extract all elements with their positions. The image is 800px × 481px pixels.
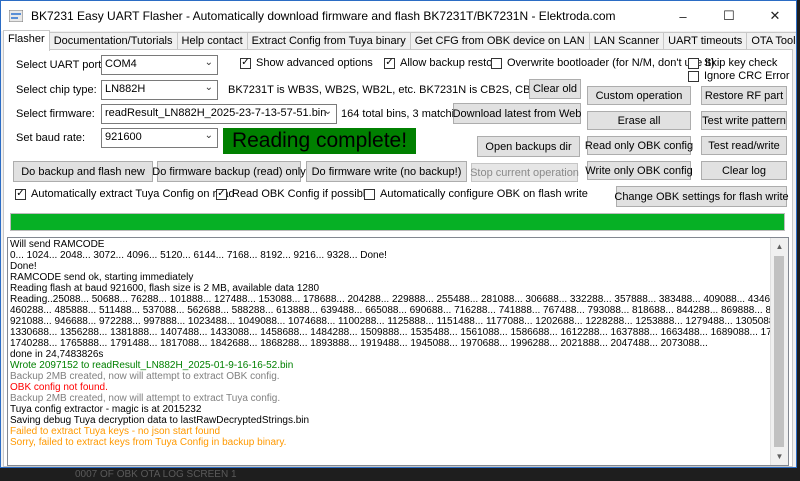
log-line: 921088... 946688... 972288... 997888... … [10, 316, 770, 327]
maximize-button[interactable]: ☐ [706, 1, 752, 31]
download-latest-button[interactable]: Download latest from Web [453, 103, 581, 124]
overwrite-bootloader-checkbox[interactable]: Overwrite bootloader (for N/M, don't use… [491, 57, 715, 69]
scroll-thumb[interactable] [774, 256, 784, 447]
progress-fill [11, 214, 784, 230]
chevron-down-icon: ⌄ [204, 130, 213, 141]
open-backups-button[interactable]: Open backups dir [477, 136, 580, 157]
custom-operation-button[interactable]: Custom operation [587, 86, 691, 105]
firmware-select[interactable]: readResult_LN882H_2025-23-7-13-57-51.bin… [101, 104, 337, 124]
baud-rate-value: 921600 [105, 131, 142, 143]
close-button[interactable]: ✕ [752, 1, 796, 31]
chip-type-value: LN882H [105, 83, 146, 95]
uart-port-value: COM4 [105, 58, 137, 70]
baud-rate-label: Set baud rate: [16, 132, 86, 144]
skip-key-check-checkbox[interactable]: Skip key check [688, 57, 777, 69]
uart-port-select[interactable]: COM4 ⌄ [101, 55, 218, 75]
overwrite-bootloader-label: Overwrite bootloader (for N/M, don't use… [507, 57, 715, 69]
auto-configure-obk-label: Automatically configure OBK on flash wri… [380, 188, 588, 200]
chip-info-text: BK7231T is WB3S, WB2S, WB2L, etc. BK7231… [228, 84, 565, 96]
allow-backup-restore-checkbox[interactable]: ✓ Allow backup restore [384, 57, 502, 69]
log-line: Backup 2MB created, now will attempt to … [10, 393, 281, 404]
checkbox-checked-icon: ✓ [384, 57, 395, 69]
show-advanced-checkbox[interactable]: ✓ Show advanced options [240, 57, 373, 69]
stop-operation-button[interactable]: Stop current operation [470, 163, 579, 182]
log-lines: Will send RAMCODE 0... 1024... 2048... 30… [10, 239, 770, 448]
tab-strip: Flasher Documentation/Tutorials Help con… [3, 30, 796, 51]
checkbox-unchecked-icon [688, 70, 699, 82]
log-line: 1740288... 1765888... 1791488... 1817088… [10, 338, 708, 349]
auto-configure-obk-checkbox[interactable]: Automatically configure OBK on flash wri… [364, 188, 588, 200]
write-only-obk-button[interactable]: Write only OBK config [585, 161, 693, 180]
log-line: Sorry, failed to extract keys from Tuya … [10, 437, 287, 448]
log-line: Reading..25088... 50688... 76288... 1018… [10, 294, 770, 305]
chip-type-label: Select chip type: [16, 84, 97, 96]
checkbox-checked-icon: ✓ [216, 188, 227, 200]
log-line: 0... 1024... 2048... 3072... 4096... 512… [10, 250, 387, 261]
read-only-obk-button[interactable]: Read only OBK config [585, 136, 693, 155]
scroll-up-icon[interactable]: ▲ [771, 238, 788, 255]
backup-and-flash-button[interactable]: Do backup and flash new [13, 161, 153, 182]
tab-flasher[interactable]: Flasher [3, 30, 50, 51]
app-icon [9, 10, 23, 22]
uart-port-label: Select UART port: [16, 59, 105, 71]
chevron-down-icon: ⌄ [204, 82, 213, 93]
auto-extract-tuya-label: Automatically extract Tuya Config on rea… [31, 188, 235, 200]
status-banner: Reading complete! [223, 128, 416, 154]
log-line: RAMCODE send ok, starting immediately [10, 272, 194, 283]
app-window: BK7231 Easy UART Flasher - Automatically… [0, 0, 797, 468]
clear-log-button[interactable]: Clear log [701, 161, 787, 180]
change-obk-settings-button[interactable]: Change OBK settings for flash write [614, 186, 789, 207]
auto-extract-tuya-checkbox[interactable]: ✓ Automatically extract Tuya Config on r… [15, 188, 235, 200]
ignore-crc-checkbox[interactable]: Ignore CRC Error [688, 70, 790, 82]
progress-bar [10, 213, 785, 231]
log-line: 460288... 485888... 511488... 537088... … [10, 305, 770, 316]
checkbox-unchecked-icon [364, 188, 375, 200]
test-read-write-button[interactable]: Test read/write [701, 136, 787, 155]
checkbox-checked-icon: ✓ [15, 188, 26, 200]
scroll-down-icon[interactable]: ▼ [771, 448, 788, 465]
firmware-backup-button[interactable]: Do firmware backup (read) only [152, 161, 306, 182]
chevron-down-icon: ⌄ [323, 106, 332, 117]
clear-old-button[interactable]: Clear old [529, 79, 581, 99]
read-obk-config-checkbox[interactable]: ✓ Read OBK Config if possible [216, 188, 371, 200]
underlay-text: 0007 OF OBK OTA LOG SCREEN 1 [75, 469, 237, 480]
log-scrollbar[interactable]: ▲ ▼ [770, 238, 788, 465]
log-line: Reading flash at baud 921600, flash size… [10, 283, 320, 294]
window-title: BK7231 Easy UART Flasher - Automatically… [31, 9, 616, 23]
log-line: Will send RAMCODE [10, 239, 105, 250]
log-line: done in 24,7483826s [10, 349, 104, 360]
firmware-count-text: 164 total bins, 3 matching. [341, 108, 470, 120]
restore-rf-button[interactable]: Restore RF part [701, 86, 787, 105]
read-obk-config-label: Read OBK Config if possible [232, 188, 372, 200]
skip-key-check-label: Skip key check [704, 57, 778, 69]
firmware-write-button[interactable]: Do firmware write (no backup!) [306, 161, 467, 182]
firmware-label: Select firmware: [16, 108, 95, 120]
log-line: Wrote 2097152 to readResult_LN882H_2025-… [10, 360, 294, 371]
log-line: Backup 2MB created, now will attempt to … [10, 371, 280, 382]
test-write-pattern-button[interactable]: Test write pattern [701, 111, 787, 130]
log-line: 1330688... 1356288... 1381888... 1407488… [10, 327, 770, 338]
ignore-crc-label: Ignore CRC Error [704, 70, 790, 82]
allow-backup-restore-label: Allow backup restore [400, 57, 503, 69]
show-advanced-label: Show advanced options [256, 57, 373, 69]
minimize-button[interactable]: – [660, 1, 706, 31]
chevron-down-icon: ⌄ [204, 57, 213, 68]
baud-rate-select[interactable]: 921600 ⌄ [101, 128, 218, 148]
log-line: Done! [10, 261, 37, 272]
chip-type-select[interactable]: LN882H ⌄ [101, 80, 218, 100]
title-bar: BK7231 Easy UART Flasher - Automatically… [1, 1, 796, 31]
checkbox-checked-icon: ✓ [240, 57, 251, 69]
log-line: Tuya config extractor - magic is at 2015… [10, 404, 202, 415]
log-line: Failed to extract Tuya keys - no json st… [10, 426, 221, 437]
log-line: OBK config not found. [10, 382, 108, 393]
erase-all-button[interactable]: Erase all [587, 111, 691, 130]
log-line: Saving debug Tuya decryption data to las… [10, 415, 310, 426]
checkbox-unchecked-icon [491, 57, 502, 69]
checkbox-unchecked-icon [688, 57, 699, 69]
log-output[interactable]: Will send RAMCODE 0... 1024... 2048... 30… [7, 237, 789, 466]
firmware-value: readResult_LN882H_2025-23-7-13-57-51.bin [105, 107, 327, 119]
